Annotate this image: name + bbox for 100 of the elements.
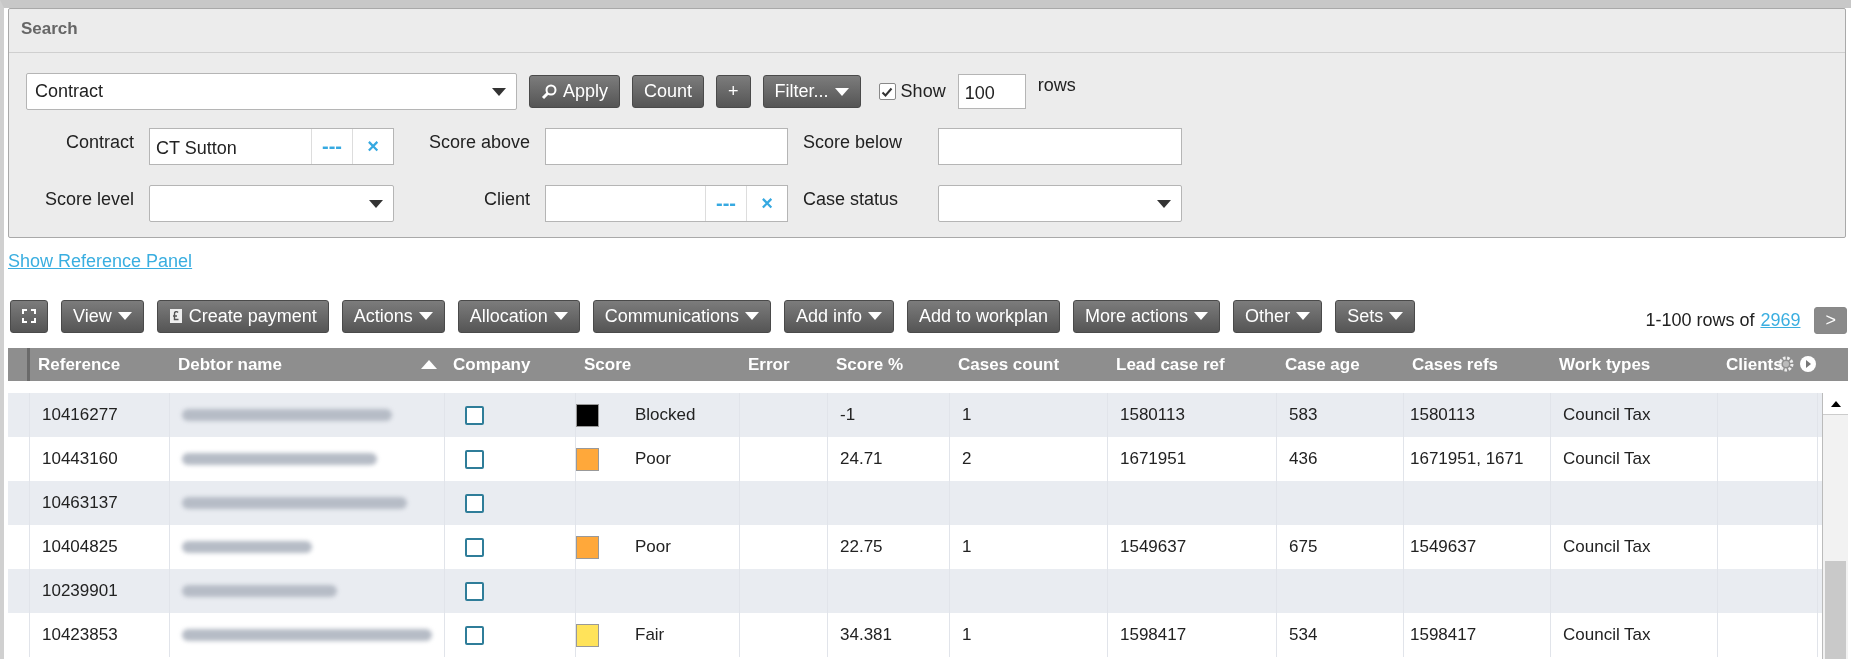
toolbar-button[interactable]: + xyxy=(716,75,751,108)
table-cell: 436 xyxy=(1289,449,1318,469)
table-cell: 1580113 xyxy=(1410,405,1475,425)
table-cell: Council Tax xyxy=(1563,537,1651,557)
table-cell: 1549637 xyxy=(1120,537,1187,557)
caret-icon xyxy=(553,312,568,320)
total-rows-link[interactable]: 2969 xyxy=(1760,309,1801,331)
toolbar-button[interactable]: More actions xyxy=(1073,299,1221,333)
table-cell: 1549637 xyxy=(1410,537,1477,557)
field-label: Score above xyxy=(427,131,530,153)
column-header[interactable]: Cases count xyxy=(958,355,1060,381)
column-header[interactable]: Company xyxy=(453,355,531,381)
toolbar-button[interactable]: Filter... xyxy=(762,75,861,108)
toolbar-button[interactable]: Actions xyxy=(341,299,445,333)
toolbar-button[interactable]: Other xyxy=(1233,299,1323,333)
caret-icon xyxy=(868,312,882,320)
rows-label: rows xyxy=(1037,75,1076,96)
toolbar-button[interactable]: Allocation xyxy=(457,299,580,333)
caret-icon xyxy=(1194,312,1209,320)
checkbox[interactable] xyxy=(465,625,484,645)
caret-icon xyxy=(1389,312,1404,320)
column-header[interactable]: Case age xyxy=(1285,355,1360,381)
next-page-button[interactable]: > xyxy=(1814,306,1847,334)
checkbox-label: Show xyxy=(900,81,946,102)
column-header[interactable]: Error xyxy=(748,355,790,381)
table-cell: 1598417 xyxy=(1120,625,1187,645)
toolbar-button[interactable]: Sets xyxy=(1335,299,1416,333)
score-label: Fair xyxy=(635,625,665,645)
clear-button[interactable]: × xyxy=(746,186,787,221)
table-cell: 1671951 xyxy=(1120,449,1187,469)
input-field[interactable]: 100 xyxy=(957,74,1026,109)
scroll-up-icon[interactable] xyxy=(1830,400,1841,407)
reference-panel-link[interactable]: Show Reference Panel xyxy=(8,251,193,272)
column-header[interactable]: Score xyxy=(584,355,632,381)
search-icon xyxy=(541,83,557,100)
browse-button[interactable]: --- xyxy=(311,129,352,164)
column-header[interactable]: Lead case ref xyxy=(1116,355,1225,381)
table-cell: Council Tax xyxy=(1563,449,1651,469)
dropdown-field[interactable]: Contract xyxy=(26,73,517,110)
caret-icon xyxy=(492,87,506,96)
column-header[interactable]: Cases refs xyxy=(1412,355,1498,381)
checkbox[interactable] xyxy=(878,83,896,100)
column-header[interactable]: Reference xyxy=(38,355,121,381)
checkbox[interactable] xyxy=(465,405,484,425)
input-field[interactable] xyxy=(938,128,1182,165)
table-cell: 10463137 xyxy=(42,493,118,513)
dropdown-field[interactable] xyxy=(938,185,1182,222)
toolbar-button[interactable]: Count xyxy=(632,75,705,108)
field-label: Score below xyxy=(803,131,904,153)
table-cell: 10239901 xyxy=(42,581,118,601)
play-circle-icon[interactable] xyxy=(1798,355,1817,373)
table-cell: 2 xyxy=(962,449,972,469)
table-cell: 10423853 xyxy=(42,625,118,645)
toolbar-button[interactable]: Apply xyxy=(529,75,621,108)
lookup-field[interactable]: --- × xyxy=(545,185,788,222)
checkbox[interactable] xyxy=(465,537,484,557)
caret-icon xyxy=(1157,199,1171,208)
input-field[interactable] xyxy=(545,128,788,165)
caret-icon xyxy=(834,87,849,96)
caret-icon xyxy=(744,312,759,320)
toolbar-button[interactable]: Add to workplan xyxy=(907,299,1061,333)
field-label: Contract xyxy=(64,131,134,153)
toolbar-button[interactable]: View xyxy=(61,299,144,333)
checkbox[interactable] xyxy=(465,493,484,513)
table-cell: 1 xyxy=(962,405,972,425)
toolbar-button[interactable]: Communications xyxy=(592,299,771,333)
browse-button[interactable]: --- xyxy=(705,186,746,221)
table-cell: 10416277 xyxy=(42,405,118,425)
toolbar-button[interactable]: Add info xyxy=(783,299,894,333)
panel-title: Search xyxy=(9,9,1845,53)
checkbox[interactable] xyxy=(465,581,484,601)
field-label: Score level xyxy=(43,188,134,210)
field-value: CT Sutton xyxy=(155,137,238,160)
table-cell: 1671951, 1671 xyxy=(1410,449,1524,469)
table-cell: 534 xyxy=(1289,625,1318,645)
checkbox[interactable] xyxy=(465,449,484,469)
table-cell: 22.75 xyxy=(840,537,883,557)
scrollbar[interactable] xyxy=(1822,393,1848,659)
table-cell: 583 xyxy=(1289,405,1318,425)
toolbar-button[interactable]: Create payment xyxy=(156,299,329,333)
caret-icon xyxy=(418,312,433,320)
column-header[interactable]: Score % xyxy=(836,355,904,381)
score-label: Poor xyxy=(635,449,671,469)
table-cell: 1580113 xyxy=(1120,405,1185,425)
column-header[interactable]: Clients xyxy=(1726,355,1783,381)
fullscreen-icon xyxy=(22,309,36,323)
caret-icon xyxy=(117,312,132,320)
fullscreen-button[interactable] xyxy=(10,299,48,333)
table-cell: 675 xyxy=(1289,537,1318,557)
table-cell: Council Tax xyxy=(1563,625,1651,645)
table-cell: 1 xyxy=(962,537,972,557)
clear-button[interactable]: × xyxy=(352,129,393,164)
column-header[interactable]: Debtor name xyxy=(178,355,282,381)
caret-icon xyxy=(369,199,383,208)
dropdown-field[interactable] xyxy=(149,185,394,222)
table-cell: -1 xyxy=(840,405,856,425)
table-cell: 24.71 xyxy=(840,449,883,469)
field-label: Case status xyxy=(803,188,900,210)
column-header[interactable]: Work types xyxy=(1559,355,1651,381)
lookup-field[interactable]: CT Sutton --- × xyxy=(149,128,394,165)
